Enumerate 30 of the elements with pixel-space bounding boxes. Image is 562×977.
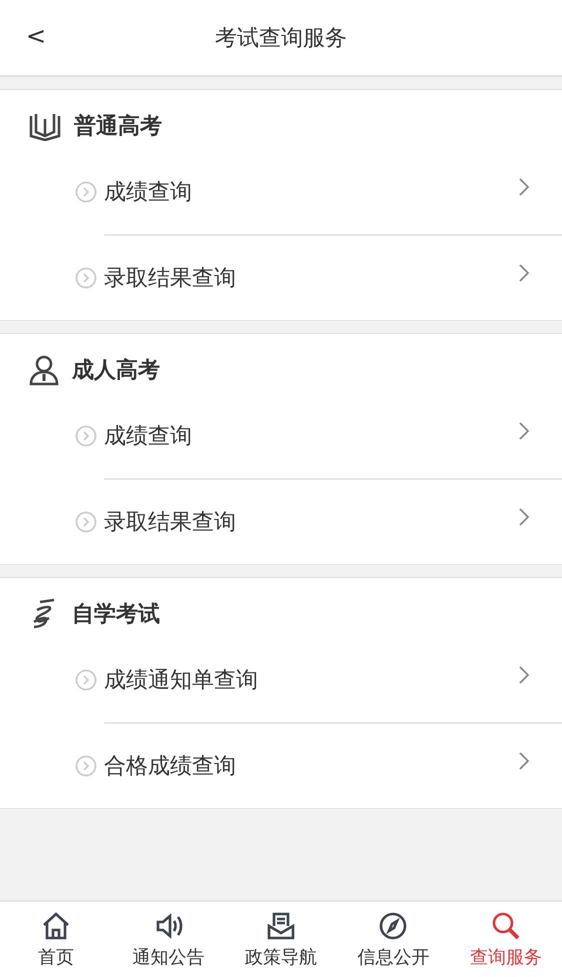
person-icon <box>28 354 60 386</box>
book-icon <box>28 111 62 141</box>
inbox-icon <box>266 910 296 940</box>
chevron-right-icon <box>518 177 530 197</box>
query-link[interactable]: 成绩查询 <box>104 421 192 451</box>
chevron-right-icon <box>518 421 530 441</box>
query-link[interactable]: 录取结果查询 <box>104 507 236 537</box>
section-title: 自学考试 <box>72 601 160 629</box>
query-link[interactable]: 合格成绩查询 <box>104 751 236 781</box>
search-icon <box>490 910 521 940</box>
section-title: 成人高考 <box>72 356 160 385</box>
section-title: 普通高考 <box>74 112 162 141</box>
circle-chevron-icon <box>75 425 97 447</box>
back-button[interactable]: < <box>20 22 52 50</box>
compass-icon <box>378 910 408 940</box>
query-link[interactable]: 录取结果查询 <box>104 263 236 293</box>
query-link[interactable]: 成绩查询 <box>104 177 192 207</box>
circle-chevron-icon <box>75 755 97 777</box>
chevron-right-icon <box>518 263 530 283</box>
speaker-icon <box>154 910 184 940</box>
circle-chevron-icon <box>75 511 97 533</box>
chevron-right-icon <box>518 751 530 771</box>
circle-chevron-icon <box>75 181 97 203</box>
circle-chevron-icon <box>75 267 97 289</box>
home-icon <box>41 910 72 940</box>
chevron-right-icon <box>518 507 530 527</box>
query-link[interactable]: 成绩通知单查询 <box>104 665 258 695</box>
page-title: 考试查询服务 <box>215 24 347 52</box>
circle-chevron-icon <box>75 669 97 691</box>
chevron-right-icon <box>518 665 530 685</box>
